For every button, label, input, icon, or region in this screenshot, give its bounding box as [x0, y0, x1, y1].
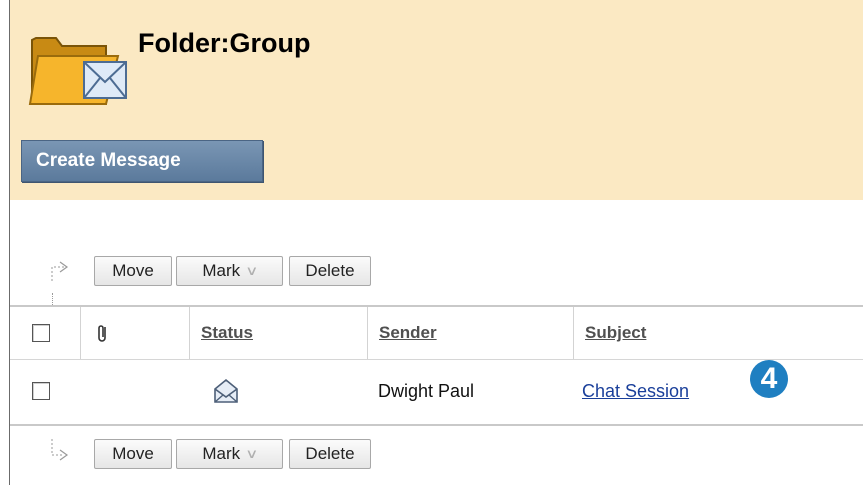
sender-name: Dwight Paul	[378, 380, 475, 401]
select-all-cell	[32, 307, 50, 359]
envelope-icon	[214, 378, 238, 403]
sender-column-header[interactable]: Sender	[379, 323, 437, 343]
delete-button[interactable]: Delete	[289, 439, 371, 469]
page-header: Folder:Group Create Message	[10, 0, 863, 200]
move-button[interactable]: Move	[94, 256, 172, 286]
move-button[interactable]: Move	[94, 439, 172, 469]
column-divider	[80, 307, 81, 359]
subject-link[interactable]: Chat Session	[582, 381, 689, 402]
action-toolbar-bottom: Move Mark ∨ Delete	[10, 431, 863, 475]
select-all-checkbox[interactable]	[32, 324, 50, 342]
chevron-down-icon: ∨	[245, 446, 259, 461]
column-divider	[189, 307, 190, 359]
column-divider	[573, 307, 574, 359]
page-title: Folder:Group	[138, 28, 311, 58]
step-callout-badge: 4	[750, 360, 788, 398]
mark-label: Mark	[202, 261, 241, 280]
delete-button[interactable]: Delete	[289, 256, 371, 286]
attachment-column	[96, 307, 110, 359]
chevron-down-icon: ∨	[245, 263, 259, 278]
arrow-right-icon	[51, 261, 69, 281]
create-message-button[interactable]: Create Message	[21, 140, 263, 182]
folder-panel: Folder:Group Create Message Move Mark ∨ …	[9, 0, 863, 485]
arrow-right-icon	[51, 439, 69, 461]
row-checkbox[interactable]	[32, 382, 50, 400]
folder-mail-icon	[28, 37, 127, 105]
status-column-header[interactable]: Status	[201, 323, 253, 343]
subject-column-header[interactable]: Subject	[585, 323, 646, 343]
paperclip-icon	[98, 325, 106, 342]
mark-label: Mark	[202, 444, 241, 463]
mark-dropdown[interactable]: Mark ∨	[176, 439, 283, 469]
mark-dropdown[interactable]: Mark ∨	[176, 256, 283, 286]
action-toolbar-top: Move Mark ∨ Delete	[10, 249, 863, 293]
table-row: Dwight Paul Chat Session	[10, 358, 863, 426]
column-divider	[367, 307, 368, 359]
table-header-row: Status Sender Subject	[10, 305, 863, 360]
